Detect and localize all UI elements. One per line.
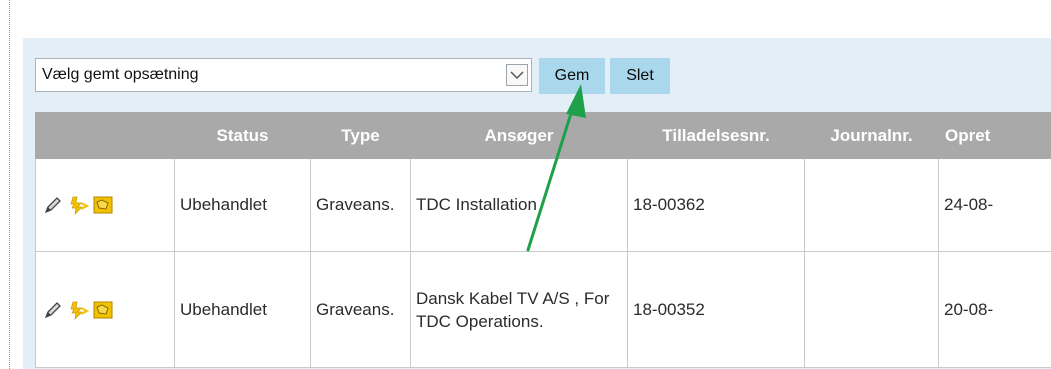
journalnr-cell	[804, 251, 939, 368]
oprettet-cell: 24-08-	[938, 158, 1051, 252]
row-actions-cell	[35, 251, 175, 368]
dig-permit-icon[interactable]	[67, 194, 90, 216]
column-header-journalnr[interactable]: Journalnr.	[804, 112, 939, 159]
journalnr-cell	[804, 158, 939, 252]
table-header-row: Status Type Ansøger Tilladelsesnr. Journ…	[35, 112, 1051, 159]
save-button[interactable]: Gem	[539, 58, 605, 94]
oprettet-cell: 20-08-	[938, 251, 1051, 368]
ansoger-cell: TDC Installation	[410, 158, 628, 252]
column-header-ansoger[interactable]: Ansøger	[410, 112, 628, 159]
ansoger-cell: Dansk Kabel TV A/S , For TDC Operations.	[410, 251, 628, 368]
saved-setup-select[interactable]: Vælg gemt opsætning	[35, 58, 532, 92]
applications-table: Status Type Ansøger Tilladelsesnr. Journ…	[35, 112, 1051, 368]
table-row[interactable]: Ubehandlet Graveans. Dansk Kabel TV A/S …	[35, 251, 1051, 368]
pencil-icon[interactable]	[42, 299, 64, 321]
dig-permit-icon[interactable]	[67, 299, 90, 321]
delete-button[interactable]: Slet	[610, 58, 670, 94]
column-header-tilladelsesnr[interactable]: Tilladelsesnr.	[627, 112, 805, 159]
map-icon[interactable]	[92, 299, 114, 321]
column-header-actions	[35, 112, 175, 159]
table-row[interactable]: Ubehandlet Graveans. TDC Installation 18…	[35, 158, 1051, 252]
chevron-down-icon[interactable]	[506, 64, 528, 86]
column-header-oprettet[interactable]: Opret	[938, 112, 1051, 159]
column-header-status[interactable]: Status	[174, 112, 311, 159]
row-actions-cell	[35, 158, 175, 252]
status-cell: Ubehandlet	[174, 251, 311, 368]
saved-setup-select-value: Vælg gemt opsætning	[42, 66, 199, 83]
type-cell: Graveans.	[310, 158, 411, 252]
tilladelsesnr-cell: 18-00352	[627, 251, 805, 368]
toolbar: Vælg gemt opsætning Gem Slet	[35, 58, 670, 94]
map-icon[interactable]	[92, 194, 114, 216]
type-cell: Graveans.	[310, 251, 411, 368]
column-header-type[interactable]: Type	[310, 112, 411, 159]
pencil-icon[interactable]	[42, 194, 64, 216]
status-cell: Ubehandlet	[174, 158, 311, 252]
left-guide-line	[9, 0, 10, 369]
tilladelsesnr-cell: 18-00362	[627, 158, 805, 252]
